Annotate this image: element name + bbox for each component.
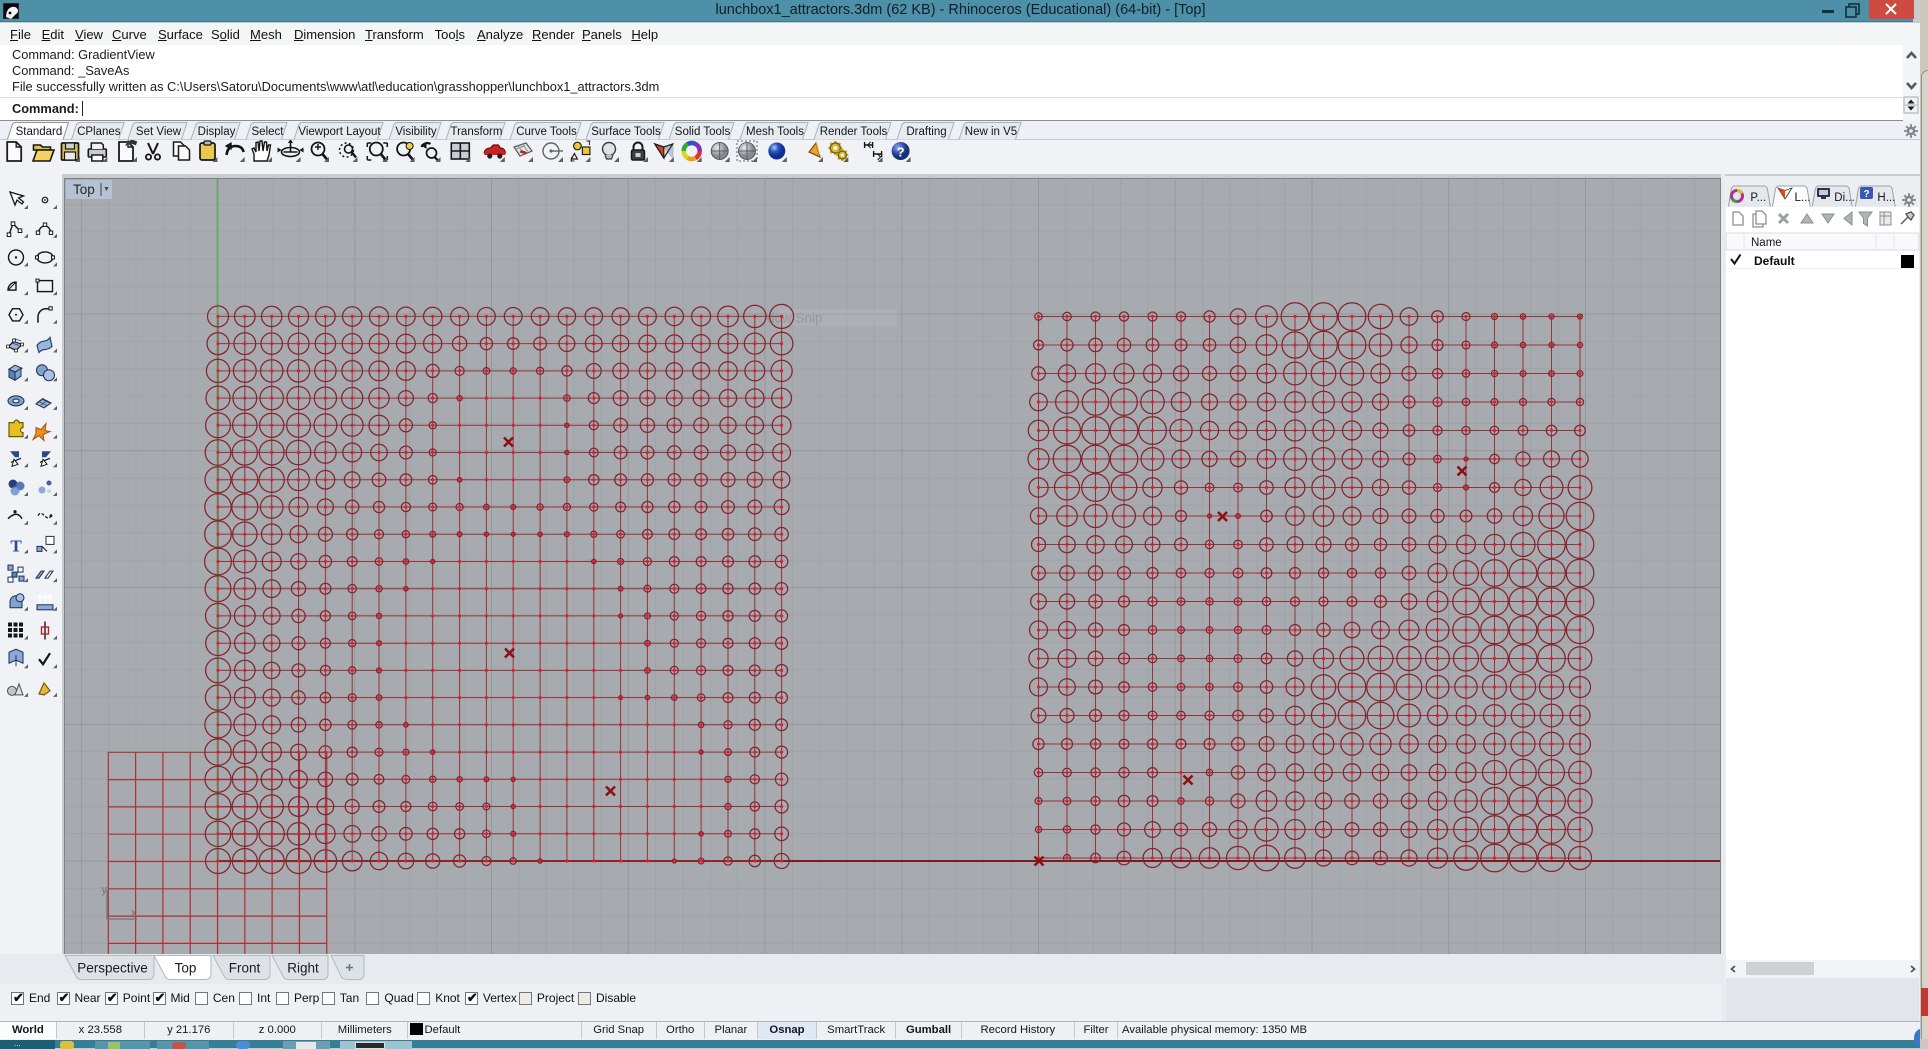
svg-text:L...: L... [1795,192,1811,204]
svg-text:P...: P... [1750,192,1766,204]
svg-text:Render Tools: Render Tools [820,126,888,138]
svg-text:?: ? [897,145,905,160]
svg-text:Display: Display [198,126,236,138]
svg-text:Select: Select [252,126,285,138]
svg-text:Perspective: Perspective [77,961,148,976]
svg-text:dow Snip: dow Snip [767,311,823,326]
svg-text:?: ? [1863,189,1869,200]
svg-text:Viewport Layout: Viewport Layout [298,126,381,138]
svg-text:Visibility: Visibility [395,126,437,138]
svg-text:T: T [10,536,22,555]
svg-text:Front: Front [229,961,261,976]
svg-text:x: x [131,907,137,919]
svg-text:Top: Top [73,182,95,197]
svg-text:Drafting: Drafting [906,126,946,138]
svg-text:Solid Tools: Solid Tools [675,126,731,138]
svg-text:CPlanes: CPlanes [77,126,121,138]
svg-text:Set View: Set View [136,126,182,138]
svg-text:Top: Top [175,961,197,976]
svg-text:Default: Default [1754,254,1795,268]
svg-text:Standard: Standard [16,126,63,138]
svg-text:y: y [102,884,108,896]
svg-text:Curve Tools: Curve Tools [516,126,577,138]
svg-text:Name: Name [1751,237,1782,249]
svg-text:Right: Right [287,961,319,976]
svg-text:Transform: Transform [451,126,503,138]
svg-text:New in V5: New in V5 [965,126,1017,138]
svg-text:Surface Tools: Surface Tools [591,126,661,138]
svg-text:Di...: Di... [1834,192,1854,204]
svg-text:H...: H... [1877,192,1895,204]
svg-text:Mesh Tools: Mesh Tools [746,126,804,138]
